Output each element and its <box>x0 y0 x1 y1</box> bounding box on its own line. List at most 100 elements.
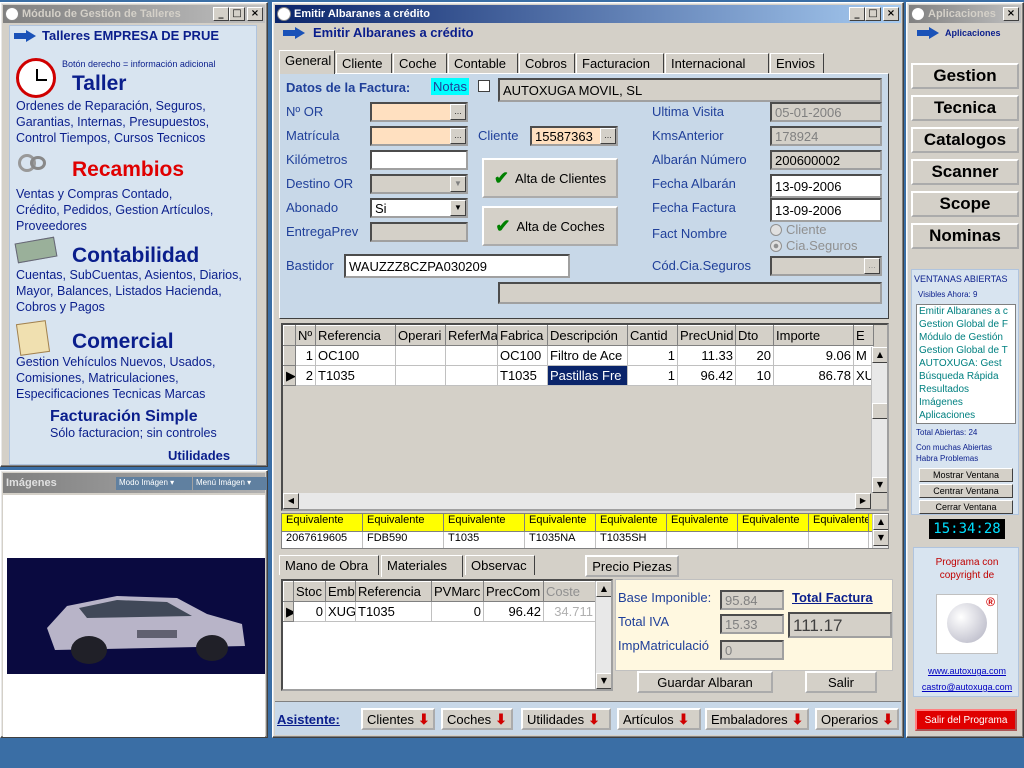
stock-header[interactable]: Coste <box>543 581 596 602</box>
notas-checkbox[interactable] <box>478 80 490 92</box>
grid-header[interactable]: Fabrica <box>497 325 548 346</box>
table-row[interactable]: 1 OC100 OC100 Filtro de Ace 1 11.33 20 9… <box>283 345 874 366</box>
cell[interactable]: OC100 <box>315 345 396 366</box>
grid-header[interactable]: Dto <box>735 325 774 346</box>
minimize-button[interactable]: _ <box>213 7 229 21</box>
asist-utilidades-button[interactable]: Utilidades ⬇ <box>521 708 611 730</box>
cell[interactable]: 9.06 <box>773 345 854 366</box>
cell[interactable]: 96.42 <box>677 365 736 386</box>
cell[interactable] <box>395 365 446 386</box>
grid-header[interactable]: ReferMa <box>445 325 498 346</box>
cell[interactable]: 10 <box>735 365 774 386</box>
kilometros-field[interactable] <box>370 150 468 170</box>
list-item[interactable]: AUTOXUGA: Gest <box>917 357 1015 370</box>
scroll-thumb[interactable] <box>872 403 887 419</box>
tab-internacional[interactable]: Internacional <box>665 53 769 73</box>
list-item[interactable]: Búsqueda Rápida <box>917 370 1015 383</box>
equiv-cell[interactable] <box>667 532 738 548</box>
menu-imagen-menu[interactable]: Menú Imágen ▾ <box>193 477 267 490</box>
section-recambios-desc[interactable]: Ventas y Compras Contado, Crédito, Pedid… <box>16 186 216 234</box>
cell[interactable] <box>395 345 446 366</box>
grid-header[interactable]: PrecUnid <box>677 325 736 346</box>
grid-header[interactable]: Descripción <box>547 325 628 346</box>
fecha-factura-field[interactable]: 13-09-2006 <box>770 198 882 222</box>
salir-button[interactable]: Salir <box>805 671 877 693</box>
equiv-cell[interactable] <box>809 532 869 548</box>
salir-programa-button[interactable]: Salir del Programa <box>915 709 1017 731</box>
tab-mano-obra[interactable]: Mano de Obra <box>279 555 379 575</box>
equiv-scrollbar[interactable]: ▲ ▼ <box>872 514 888 548</box>
open-windows-list[interactable]: Emitir Albaranes a c Gestion Global de F… <box>916 304 1016 424</box>
list-item[interactable]: Gestion Global de T <box>917 344 1015 357</box>
scroll-up-icon[interactable]: ▲ <box>596 581 611 597</box>
tab-envios[interactable]: Envios <box>770 53 824 73</box>
entregaprev-field[interactable] <box>370 222 468 242</box>
website-link[interactable]: www.autoxuga.com <box>918 666 1016 676</box>
tab-cobros[interactable]: Cobros <box>519 53 575 73</box>
left-window-titlebar[interactable]: Módulo de Gestión de Talleres _ □ × <box>3 5 265 23</box>
base-imponible-field[interactable]: 95.84 <box>720 590 784 610</box>
table-row[interactable]: ▶ 2 T1035 T1035 Pastillas Fre 1 96.42 10… <box>283 365 874 386</box>
row-selector[interactable] <box>283 345 296 366</box>
cell[interactable] <box>445 365 498 386</box>
cell[interactable]: 2 <box>295 365 316 386</box>
cliente-field[interactable]: 15587363… <box>530 126 618 146</box>
centrar-ventana-button[interactable]: Centrar Ventana <box>919 484 1013 498</box>
equiv-cell[interactable]: FDB590 <box>363 532 444 548</box>
equiv-cell[interactable]: T1035SH <box>596 532 667 548</box>
radio-cliente[interactable]: Cliente <box>770 222 826 237</box>
cell[interactable]: 0 <box>293 601 326 622</box>
tecnica-button[interactable]: Tecnica <box>911 95 1019 121</box>
lookup-button[interactable]: … <box>450 104 466 120</box>
total-iva-field[interactable]: 15.33 <box>720 614 784 634</box>
equiv-header[interactable]: Equivalente <box>363 514 444 531</box>
cell[interactable]: T1035 <box>315 365 396 386</box>
list-item[interactable]: Resultados <box>917 383 1015 396</box>
row-selector[interactable]: ▶ <box>283 601 294 622</box>
destino-select[interactable]: ▼ <box>370 174 468 194</box>
equiv-cell[interactable]: 2067619605 <box>282 532 363 548</box>
stock-header[interactable]: Stoc <box>293 581 326 602</box>
section-comercial-desc[interactable]: Gestion Vehículos Nuevos, Usados, Comisi… <box>16 354 256 402</box>
cell[interactable]: OC100 <box>497 345 548 366</box>
tab-contable[interactable]: Contable <box>448 53 518 73</box>
grid-header[interactable]: E <box>853 325 874 346</box>
cell[interactable]: Filtro de Ace <box>547 345 628 366</box>
horizontal-scrollbar[interactable]: ◀ ▶ <box>283 493 871 509</box>
matricula-field[interactable]: … <box>370 126 468 146</box>
precio-piezas-button[interactable]: Precio Piezas <box>585 555 679 577</box>
section-taller-desc[interactable]: Ordenes de Reparación, Seguros, Garantia… <box>16 98 252 146</box>
stock-header[interactable]: Referencia <box>355 581 432 602</box>
cell[interactable]: 1 <box>627 365 678 386</box>
equiv-cell[interactable]: T1035NA <box>525 532 596 548</box>
cell[interactable]: 0 <box>431 601 484 622</box>
cerrar-ventana-button[interactable]: Cerrar Ventana <box>919 500 1013 514</box>
list-item[interactable]: Gestion Global de F <box>917 318 1015 331</box>
ultima-visita-field[interactable]: 05-01-2006 <box>770 102 882 122</box>
chevron-down-icon[interactable]: ▼ <box>450 200 466 216</box>
albaran-numero-field[interactable]: 200600002 <box>770 150 882 170</box>
fact-simple-title[interactable]: Facturación Simple <box>50 408 198 426</box>
right-window-titlebar[interactable]: Aplicaciones × <box>909 5 1021 23</box>
grid-header[interactable]: Cantid <box>627 325 678 346</box>
customer-name-field[interactable]: AUTOXUGA MOVIL, SL <box>498 78 882 102</box>
modo-imagen-menu[interactable]: Modo Imágen ▾ <box>116 477 192 490</box>
cell[interactable]: T1035 <box>355 601 432 622</box>
equiv-header[interactable]: Equivalente <box>738 514 809 531</box>
kms-anterior-field[interactable]: 178924 <box>770 126 882 146</box>
section-contabilidad-desc[interactable]: Cuentas, SubCuentas, Asientos, Diarios, … <box>16 267 252 315</box>
utilidades-link[interactable]: Utilidades <box>168 448 230 463</box>
chevron-down-icon[interactable]: ▼ <box>450 176 466 192</box>
scroll-left-icon[interactable]: ◀ <box>283 493 299 509</box>
cod-cia-field[interactable]: … <box>770 256 882 276</box>
guardar-albaran-button[interactable]: Guardar Albaran <box>637 671 773 693</box>
equiv-header[interactable]: Equivalente <box>444 514 525 531</box>
cell[interactable]: 20 <box>735 345 774 366</box>
grid-header[interactable]: Operari <box>395 325 446 346</box>
asist-operarios-button[interactable]: Operarios ⬇ <box>815 708 899 730</box>
tab-facturacion[interactable]: Facturacion <box>576 53 664 73</box>
minimize-button[interactable]: _ <box>849 7 865 21</box>
close-button[interactable]: × <box>247 7 263 21</box>
cell[interactable]: 11.33 <box>677 345 736 366</box>
mostrar-ventana-button[interactable]: Mostrar Ventana <box>919 468 1013 482</box>
